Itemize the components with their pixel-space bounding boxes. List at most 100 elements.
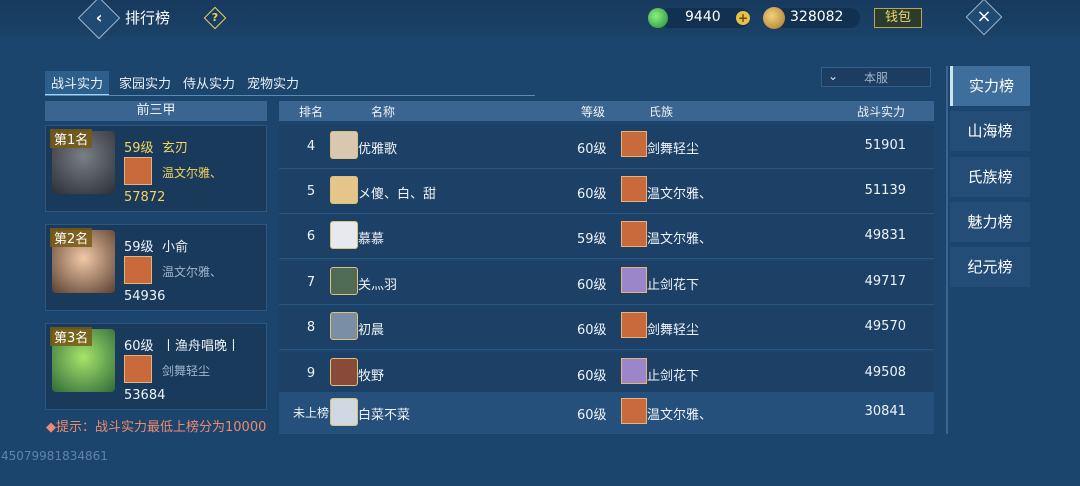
row-level: 60级 [577,278,607,293]
row-rank: 7 [306,275,316,290]
row-clan: 温文尔雅、 [647,232,713,247]
avatar [330,131,358,159]
clan-emblem-icon [621,398,647,424]
player-level: 59级 [124,240,154,255]
clan-emblem-icon [621,358,647,384]
wallet-button[interactable]: 钱包 [874,8,922,28]
row-level: 60级 [577,369,607,384]
clan-emblem-icon [124,157,152,185]
row-clan: 剑舞轻尘 [647,142,700,157]
row-name: 白菜不菜 [358,408,411,423]
side-divider [946,66,948,434]
server-select[interactable]: ⌄ 本服 [821,67,931,87]
rank-badge: 第1名 [50,129,93,148]
page-title: 排行榜 [125,9,171,27]
rank-badge: 第3名 [50,327,93,346]
top3-card-3[interactable]: 第3名 60级 丨渔舟唱晚丨 剑舞轻尘 53684 [45,323,267,410]
avatar [330,398,358,426]
row-level: 60级 [577,408,607,423]
tab-underline [45,95,535,96]
hint-text: 提示：战斗实力最低上榜分为10000 [56,420,267,435]
table-row[interactable]: 4 优雅歌 60级 剑舞轻尘 51901 [279,125,934,169]
row-clan: 剑舞轻尘 [647,323,700,338]
table-row[interactable]: 7 关灬羽 60级 止剑花下 49717 [279,261,934,305]
table-row[interactable]: 9 牧野 60级 止剑花下 49508 [279,352,934,396]
row-rank: 未上榜 [292,406,329,420]
tab-pet-power[interactable]: 宠物实力 [245,71,301,94]
player-name: 丨渔舟唱晚丨 [162,339,241,354]
row-name: 慕慕 [358,232,385,247]
table-row[interactable]: 8 初晨 60级 剑舞轻尘 49570 [279,306,934,350]
top3-header: 前三甲 [45,101,267,121]
tab-follower-power[interactable]: 侍从实力 [181,71,237,94]
row-rank: 8 [306,320,316,335]
clan-emblem-icon [621,312,647,338]
row-power: 49831 [864,228,906,243]
tab-combat-power[interactable]: 战斗实力 [45,71,110,96]
row-power: 51901 [864,138,906,153]
tab-home-power[interactable]: 家园实力 [117,71,173,94]
row-name: 关灬羽 [358,278,398,293]
row-clan: 温文尔雅、 [647,408,713,423]
self-row[interactable]: 未上榜 白菜不菜 60级 温文尔雅、 30841 [279,392,934,434]
row-name: 优雅歌 [358,142,398,157]
player-clan: 剑舞轻尘 [162,364,211,378]
side-tab-era-rank[interactable]: 纪元榜 [950,247,1030,287]
row-clan: 止剑花下 [647,278,700,293]
row-power: 49570 [864,319,906,334]
clan-emblem-icon [621,176,647,202]
row-clan: 温文尔雅、 [647,187,713,202]
player-level: 60级 [124,339,154,354]
col-rank: 排名 [299,105,324,119]
side-tab-clan-rank[interactable]: 氏族榜 [950,157,1030,197]
player-name: 小俞 [162,240,189,255]
clan-emblem-icon [124,256,152,284]
jade-amount: 9440 [685,9,721,25]
col-power: 战斗实力 [857,105,906,119]
avatar [330,358,358,386]
player-power: 53684 [124,388,166,403]
player-clan: 温文尔雅、 [162,166,223,180]
col-name: 名称 [371,105,396,119]
jade-icon [648,8,668,28]
row-power: 49508 [864,365,906,380]
chevron-left-icon: ‹ [95,8,103,27]
add-currency-button[interactable]: + [736,11,750,25]
side-tab-charm-rank[interactable]: 魅力榜 [950,202,1030,242]
row-power: 30841 [864,404,906,419]
close-icon: × [976,6,992,28]
row-power: 49717 [864,274,906,289]
avatar [330,267,358,295]
server-select-value: 本服 [864,71,889,85]
player-name: 玄刃 [162,141,189,156]
top3-card-1[interactable]: 第1名 59级 玄刃 温文尔雅、 57872 [45,125,267,212]
player-clan: 温文尔雅、 [162,265,223,279]
top3-card-2[interactable]: 第2名 59级 小俞 温文尔雅、 54936 [45,224,267,311]
user-id: 45079981834861 [1,449,108,463]
col-clan: 氏族 [649,105,674,119]
ranking-table-header: 排名 名称 等级 氏族 战斗实力 [279,101,934,121]
row-rank: 5 [306,184,316,199]
row-name: 牧野 [358,369,385,384]
avatar [330,312,358,340]
min-score-hint: ◆提示：战斗实力最低上榜分为10000 [46,420,267,435]
clan-emblem-icon [621,267,647,293]
player-level: 59级 [124,141,154,156]
chevron-down-icon: ⌄ [828,69,839,83]
row-level: 59级 [577,232,607,247]
row-rank: 4 [306,139,316,154]
row-name: メ傻、白、甜 [358,187,437,202]
clan-emblem-icon [621,131,647,157]
row-level: 60级 [577,187,607,202]
clan-emblem-icon [124,355,152,383]
row-power: 51139 [864,183,906,198]
table-row[interactable]: 5 メ傻、白、甜 60级 温文尔雅、 51139 [279,170,934,214]
row-name: 初晨 [358,323,385,338]
table-row[interactable]: 6 慕慕 59级 温文尔雅、 49831 [279,215,934,259]
row-rank: 6 [306,229,316,244]
side-tab-power-rank[interactable]: 实力榜 [950,66,1030,106]
row-rank: 9 [306,366,316,381]
side-tab-shanhai-rank[interactable]: 山海榜 [950,111,1030,151]
question-icon: ? [211,11,219,24]
player-power: 57872 [124,190,166,205]
